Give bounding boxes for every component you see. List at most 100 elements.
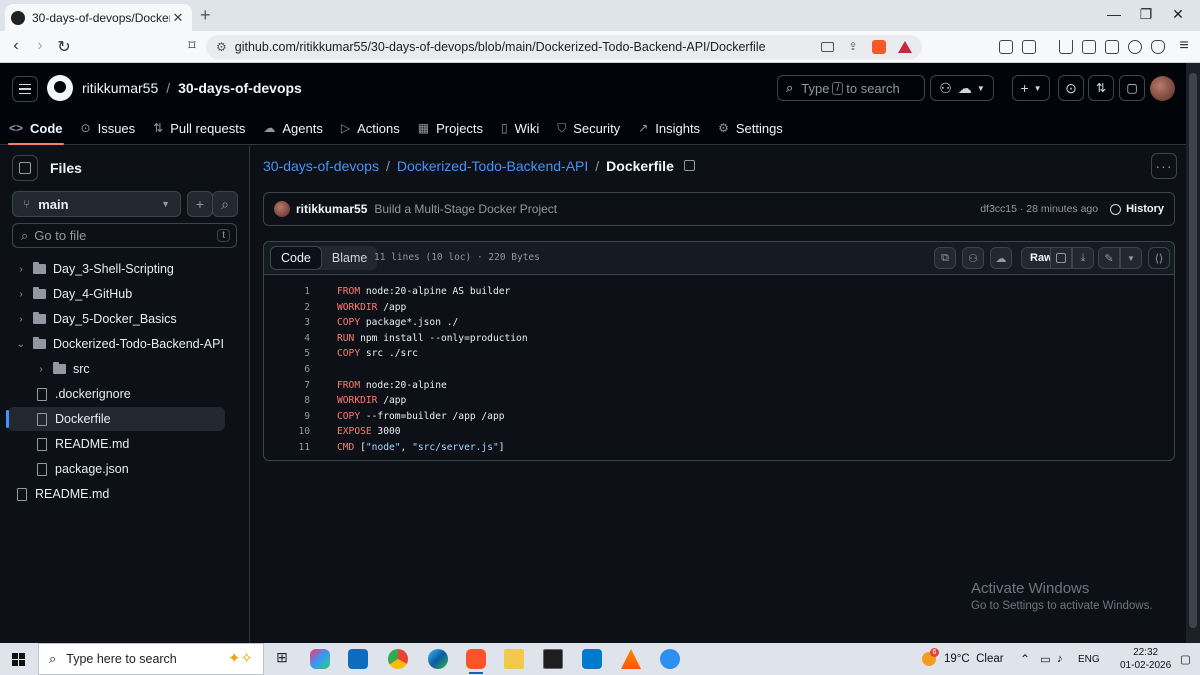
line-number[interactable]: 7 bbox=[264, 378, 310, 393]
language-indicator[interactable]: ENG bbox=[1078, 643, 1100, 675]
commit-author-avatar[interactable] bbox=[274, 201, 290, 217]
commit-hash-time[interactable]: df3cc15 · 28 minutes ago bbox=[980, 203, 1098, 215]
back-icon[interactable]: ‹ bbox=[6, 37, 26, 55]
line-number[interactable]: 5 bbox=[264, 346, 310, 361]
new-tab-button[interactable]: + bbox=[200, 5, 211, 26]
download-icon[interactable] bbox=[1059, 40, 1073, 54]
weather-widget[interactable]: 6 19°C Clear bbox=[922, 643, 1004, 675]
tree-folder[interactable]: › Day_3-Shell-Scripting bbox=[15, 257, 225, 281]
tree-file[interactable]: README.md bbox=[15, 482, 225, 506]
go-to-file-input[interactable]: ⌕ Go to file t bbox=[12, 223, 237, 248]
breadcrumb-folder-link[interactable]: Dockerized-Todo-Backend-API bbox=[397, 158, 588, 174]
pull-requests-button[interactable]: ⇅ bbox=[1088, 75, 1114, 101]
chrome-icon[interactable] bbox=[388, 649, 408, 669]
system-clock[interactable]: 22:32 01-02-2026 bbox=[1120, 646, 1171, 672]
line-number[interactable]: 3 bbox=[264, 315, 310, 330]
line-number[interactable]: 9 bbox=[264, 409, 310, 424]
brave-icon[interactable] bbox=[466, 649, 486, 674]
tree-file[interactable]: package.json bbox=[35, 457, 225, 481]
repo-link[interactable]: 30-days-of-devops bbox=[178, 80, 302, 96]
browser-tab[interactable]: 30-days-of-devops/Dockerized- ✕ bbox=[5, 4, 192, 31]
cast-icon[interactable] bbox=[821, 42, 834, 52]
more-options-button[interactable]: ··· bbox=[1151, 153, 1177, 179]
line-number[interactable]: 4 bbox=[264, 331, 310, 346]
copy-raw-button[interactable] bbox=[1050, 247, 1072, 269]
page-scrollbar[interactable] bbox=[1186, 63, 1200, 643]
inbox-button[interactable]: ▢ bbox=[1119, 75, 1145, 101]
tree-file[interactable]: README.md bbox=[35, 432, 225, 456]
tree-folder[interactable]: › Day_5-Docker_Basics bbox=[15, 307, 225, 331]
repo-tab-settings[interactable]: ⚙ Settings bbox=[709, 111, 792, 145]
extensions-icon[interactable] bbox=[999, 40, 1013, 54]
add-file-button[interactable]: + bbox=[187, 191, 213, 217]
chevron-right-icon[interactable]: › bbox=[15, 289, 27, 300]
volume-icon[interactable]: ♪ bbox=[1057, 643, 1063, 675]
user-avatar[interactable] bbox=[1150, 76, 1175, 101]
blame-view-tab[interactable]: Blame bbox=[322, 246, 377, 270]
symbols-panel-button[interactable]: ⟨⟩ bbox=[1148, 247, 1170, 269]
issues-button[interactable]: ⊙ bbox=[1058, 75, 1084, 101]
repo-tab-pull-requests[interactable]: ⇅ Pull requests bbox=[144, 111, 254, 145]
scrollbar-thumb[interactable] bbox=[1189, 73, 1197, 628]
owner-link[interactable]: ritikkumar55 bbox=[82, 80, 158, 96]
search-files-button[interactable]: ⌕ bbox=[212, 191, 238, 217]
leo-ai-icon[interactable] bbox=[1128, 40, 1142, 54]
terminal-icon[interactable] bbox=[543, 649, 563, 669]
outlook-icon[interactable] bbox=[348, 649, 368, 669]
chevron-down-icon[interactable]: ⌄ bbox=[15, 339, 27, 350]
line-number[interactable]: 11 bbox=[264, 440, 310, 455]
tree-folder[interactable]: › src bbox=[35, 357, 225, 381]
share-icon[interactable]: ⇪ bbox=[846, 40, 860, 54]
site-info-icon[interactable]: ⚙ bbox=[216, 40, 227, 54]
repo-tab-code[interactable]: <> Code bbox=[0, 111, 72, 145]
repo-tab-insights[interactable]: ↗ Insights bbox=[629, 111, 709, 145]
copilot-menu-button[interactable]: ⚇ ☁ ▼ bbox=[930, 75, 994, 101]
windows-start-icon[interactable] bbox=[12, 653, 25, 666]
history-button[interactable]: History bbox=[1110, 203, 1164, 215]
translate-icon[interactable] bbox=[1022, 40, 1036, 54]
github-logo-icon[interactable] bbox=[47, 75, 73, 101]
commit-author[interactable]: ritikkumar55 bbox=[296, 202, 367, 216]
repo-tab-wiki[interactable]: ▯ Wiki bbox=[492, 111, 548, 145]
vscode-icon[interactable] bbox=[582, 649, 602, 669]
url-field[interactable]: ⚙ github.com/ritikkumar55/30-days-of-dev… bbox=[206, 35, 922, 59]
task-view-icon[interactable]: ⊞ bbox=[272, 649, 292, 669]
forward-icon[interactable]: › bbox=[30, 37, 50, 55]
repo-tab-actions[interactable]: ▷ Actions bbox=[332, 111, 409, 145]
tray-overflow-icon[interactable]: ⌃ bbox=[1020, 643, 1030, 675]
edge-icon[interactable] bbox=[428, 649, 448, 669]
repo-tab-issues[interactable]: ⊙ Issues bbox=[72, 111, 145, 145]
copy-path-icon[interactable] bbox=[683, 159, 695, 171]
chevron-right-icon[interactable]: › bbox=[35, 364, 47, 375]
line-number[interactable]: 1 bbox=[264, 284, 310, 299]
line-number[interactable]: 2 bbox=[264, 300, 310, 315]
repo-tab-agents[interactable]: ☁ Agents bbox=[254, 111, 331, 145]
sidebar-icon[interactable] bbox=[1082, 40, 1096, 54]
open-in-codespace-button[interactable]: ⧉ bbox=[934, 247, 956, 269]
file-explorer-icon[interactable] bbox=[504, 649, 524, 669]
taskbar-search[interactable]: ⌕ Type here to search ✦✧ bbox=[38, 643, 264, 675]
close-window-icon[interactable]: ✕ bbox=[1168, 6, 1188, 23]
brave-rewards-icon[interactable] bbox=[898, 41, 912, 53]
tree-folder[interactable]: › Day_4-GitHub bbox=[15, 282, 225, 306]
vlc-icon[interactable] bbox=[621, 649, 641, 669]
commit-message[interactable]: Build a Multi-Stage Docker Project bbox=[374, 202, 980, 216]
download-raw-button[interactable]: ⤓ bbox=[1072, 247, 1094, 269]
browser-menu-icon[interactable]: ≡ bbox=[1174, 37, 1194, 55]
brave-shields-icon[interactable] bbox=[872, 40, 886, 54]
minimize-icon[interactable]: — bbox=[1104, 6, 1124, 22]
maximize-icon[interactable]: ❐ bbox=[1136, 6, 1156, 23]
breadcrumb-repo-link[interactable]: 30-days-of-devops bbox=[263, 158, 379, 174]
chevron-right-icon[interactable]: › bbox=[15, 264, 27, 275]
app-icon[interactable] bbox=[660, 649, 680, 669]
edit-options-button[interactable]: ▼ bbox=[1120, 247, 1142, 269]
tree-folder[interactable]: ⌄ Dockerized-Todo-Backend-API bbox=[15, 332, 225, 356]
tree-file[interactable]: .dockerignore bbox=[35, 382, 225, 406]
wallet-icon[interactable] bbox=[1105, 40, 1119, 54]
repo-tab-security[interactable]: ⛉ Security bbox=[548, 111, 629, 145]
branch-selector[interactable]: ⑂ main ▼ bbox=[12, 191, 181, 217]
chevron-right-icon[interactable]: › bbox=[15, 314, 27, 325]
line-number[interactable]: 10 bbox=[264, 424, 310, 439]
copilot-app-icon[interactable] bbox=[310, 649, 330, 669]
battery-icon[interactable]: ▭ bbox=[1040, 643, 1051, 675]
